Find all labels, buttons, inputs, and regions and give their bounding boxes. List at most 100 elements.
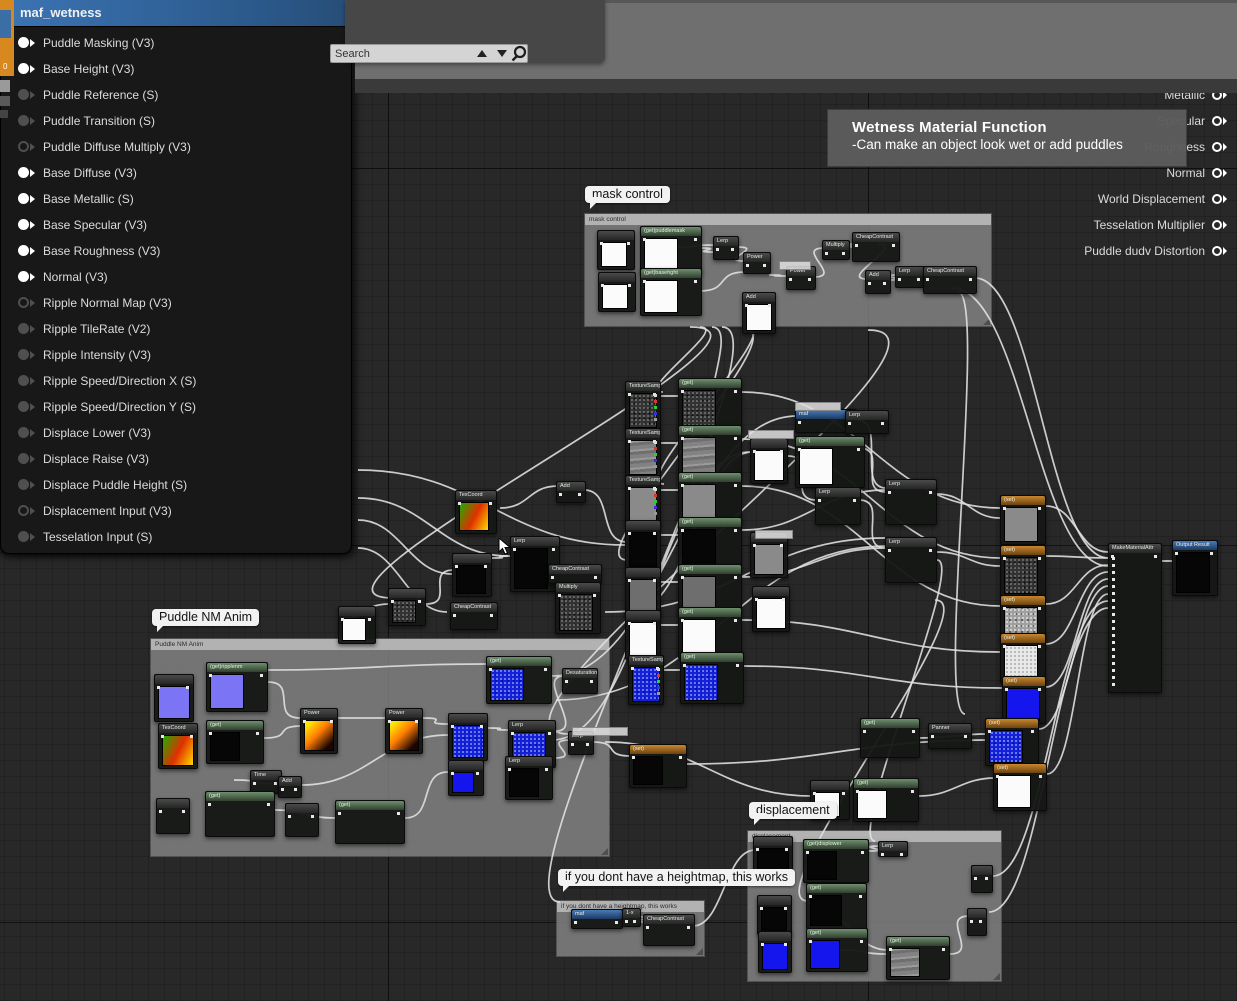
node-pin[interactable] (294, 788, 297, 791)
node-pin[interactable] (571, 743, 574, 746)
node-pin[interactable] (590, 680, 593, 683)
node-pin[interactable] (628, 393, 631, 396)
node-pin[interactable] (687, 926, 690, 929)
search-next-button[interactable] (497, 50, 507, 57)
function-node-maf-wetness[interactable]: maf_wetness Puddle Masking (V3)Base Heig… (0, 0, 352, 554)
node-channel-pin[interactable] (654, 453, 657, 456)
graph-node[interactable] (750, 438, 788, 484)
comment-wetness-note[interactable]: Wetness Material Function -Can make an o… (827, 109, 1187, 167)
node-pin[interactable] (586, 743, 589, 746)
node-pin[interactable] (653, 579, 656, 582)
graph-node[interactable] (625, 610, 661, 660)
node-pin[interactable] (760, 907, 763, 910)
node-pin[interactable] (480, 725, 483, 728)
node-pin[interactable] (1112, 641, 1115, 644)
node-channel-pin[interactable] (654, 494, 657, 497)
graph-node[interactable]: Lerp (885, 479, 937, 525)
node-pin[interactable] (736, 664, 739, 667)
graph-node[interactable]: maf (571, 909, 623, 929)
graph-node[interactable]: (set) (993, 763, 1047, 811)
input-pin[interactable] (18, 479, 29, 490)
node-pin[interactable] (734, 437, 737, 440)
node-pin[interactable] (267, 803, 270, 806)
node-pin[interactable] (397, 812, 400, 815)
input-pin[interactable] (18, 141, 29, 152)
node-pin[interactable] (565, 680, 568, 683)
node-pin[interactable] (785, 848, 788, 851)
node-pin[interactable] (484, 565, 487, 568)
function-input-row[interactable]: Displace Raise (V3) (18, 446, 149, 472)
node-pin[interactable] (1112, 683, 1115, 686)
node-pin[interactable] (256, 732, 259, 735)
graph-node[interactable]: Lerp (885, 537, 937, 583)
graph-node[interactable]: Add (742, 292, 776, 334)
node-pin[interactable] (508, 768, 511, 771)
input-pin[interactable] (18, 37, 29, 48)
node-pin[interactable] (559, 493, 562, 496)
node-channel-pin[interactable] (654, 441, 657, 444)
node-pin[interactable] (679, 756, 682, 759)
node-pin[interactable] (627, 242, 630, 245)
node-pin[interactable] (861, 851, 864, 854)
node-channel-pin[interactable] (654, 447, 657, 450)
node-pin[interactable] (1038, 557, 1041, 560)
graph-node[interactable]: Multiply (822, 240, 850, 260)
node-pin[interactable] (734, 484, 737, 487)
node-pin[interactable] (929, 549, 932, 552)
node-pin[interactable] (632, 756, 635, 759)
node-pin[interactable] (809, 895, 812, 898)
node-pin[interactable] (628, 284, 631, 287)
output-pin[interactable] (1212, 194, 1222, 204)
graph-node[interactable] (757, 895, 792, 935)
function-input-row[interactable]: Tesselation Input (S) (18, 524, 152, 550)
node-pin[interactable] (818, 499, 821, 502)
node-pin[interactable] (1112, 669, 1115, 672)
graph-node[interactable]: (get) (678, 425, 742, 477)
function-input-row[interactable]: Base Height (V3) (18, 56, 134, 82)
node-pin[interactable] (1154, 555, 1157, 558)
node-pin[interactable] (208, 803, 211, 806)
search-prev-button[interactable] (477, 50, 487, 57)
node-channel-pin[interactable] (657, 680, 660, 683)
node-pin[interactable] (643, 238, 646, 241)
graph-node[interactable] (625, 520, 661, 570)
graph-node[interactable] (758, 931, 792, 973)
input-pin[interactable] (18, 271, 29, 282)
node-pin[interactable] (490, 614, 493, 617)
node-pin[interactable] (633, 920, 636, 923)
node-pin[interactable] (1112, 564, 1115, 567)
node-pin[interactable] (1112, 655, 1115, 658)
graph-node[interactable]: Add (865, 270, 891, 294)
input-pin[interactable] (18, 219, 29, 230)
node-pin[interactable] (489, 502, 492, 505)
function-input-row[interactable]: Normal (V3) (18, 264, 108, 290)
node-pin[interactable] (1003, 607, 1006, 610)
node-pin[interactable] (260, 674, 263, 677)
function-input-row[interactable]: Ripple Intensity (V3) (18, 342, 151, 368)
node-pin[interactable] (809, 940, 812, 943)
graph-node[interactable] (448, 760, 484, 796)
node-pin[interactable] (338, 812, 341, 815)
node-pin[interactable] (911, 790, 914, 793)
node-pin[interactable] (646, 926, 649, 929)
node-pin[interactable] (1038, 645, 1041, 648)
node-pin[interactable] (683, 664, 686, 667)
graph-node[interactable] (971, 865, 993, 893)
node-pin[interactable] (731, 248, 734, 251)
node-pin[interactable] (303, 720, 306, 723)
node-pin[interactable] (548, 732, 551, 735)
graph-node[interactable]: TextureSample (625, 475, 661, 525)
graph-node[interactable]: Desaturation (562, 668, 598, 694)
function-input-row[interactable]: Base Roughness (V3) (18, 238, 160, 264)
output-pin[interactable] (1212, 220, 1222, 230)
node-pin[interactable] (734, 576, 737, 579)
function-input-row[interactable]: Base Specular (V3) (18, 212, 147, 238)
graph-node[interactable]: (get) (860, 718, 920, 758)
node-pin[interactable] (761, 943, 764, 946)
graph-node[interactable]: Multiply (555, 582, 601, 634)
node-pin[interactable] (782, 598, 785, 601)
function-input-row[interactable]: Displace Puddle Height (S) (18, 472, 187, 498)
node-pin[interactable] (734, 390, 737, 393)
node-pin[interactable] (453, 614, 456, 617)
node-pin[interactable] (789, 278, 792, 281)
